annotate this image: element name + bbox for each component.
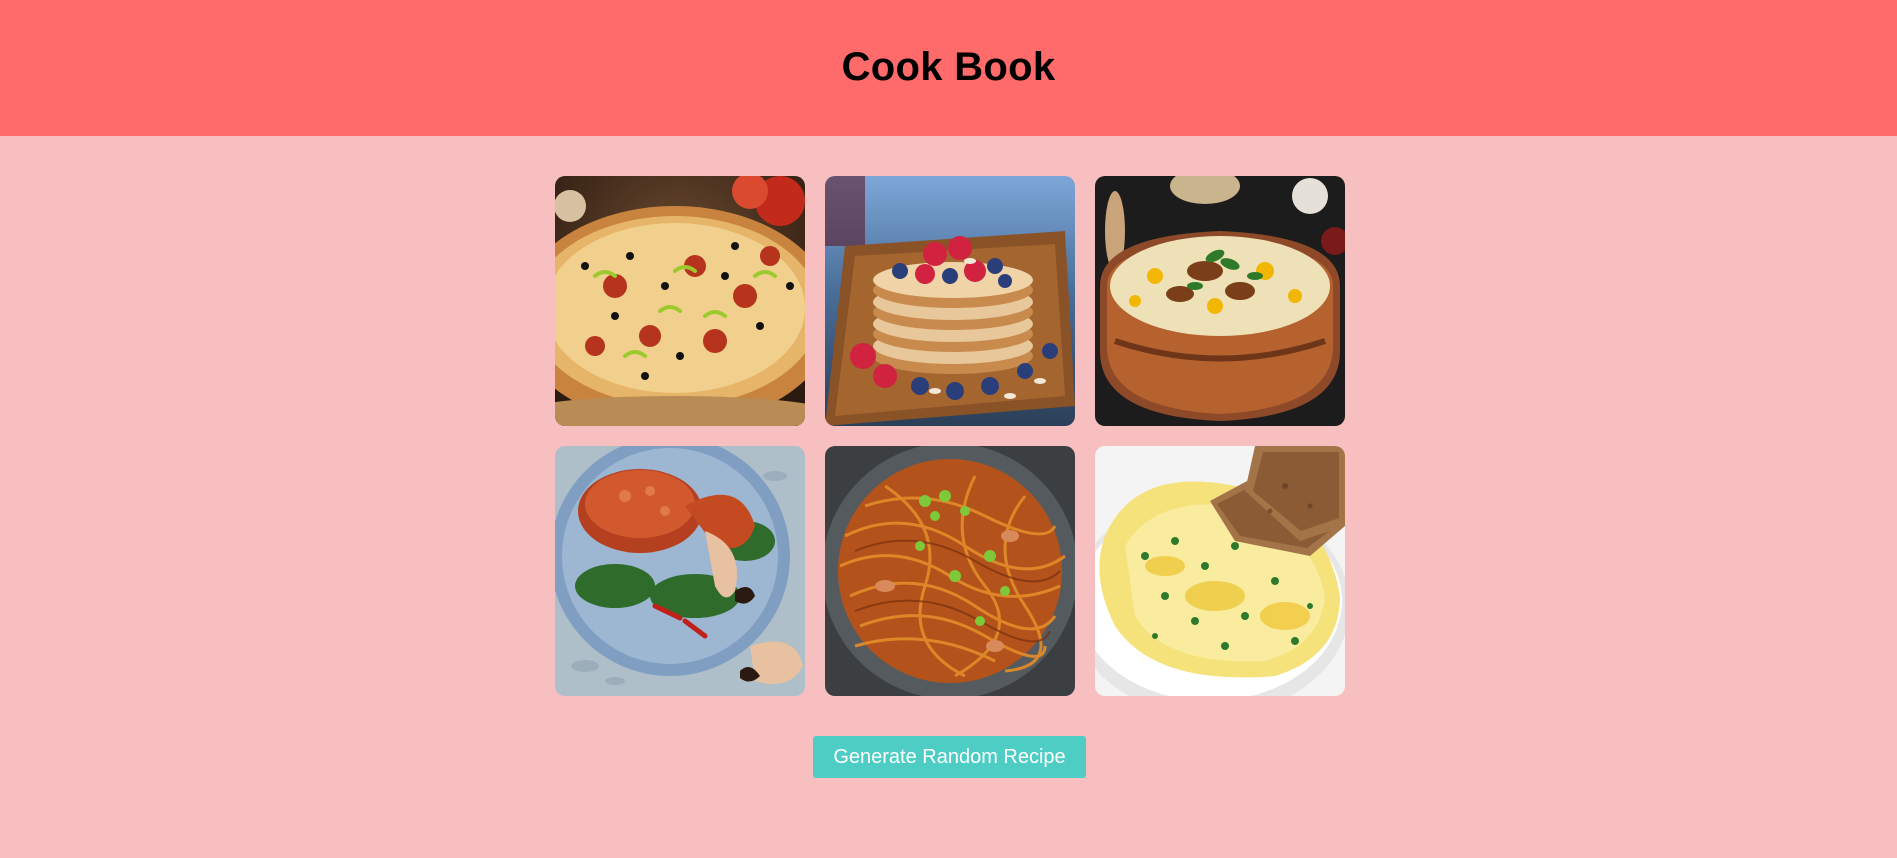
recipe-card-noodles[interactable] bbox=[825, 446, 1075, 696]
page-title: Cook Book bbox=[841, 44, 1056, 89]
page-header: Cook Book bbox=[0, 0, 1897, 136]
biryani-image bbox=[1095, 176, 1345, 426]
recipe-card-biryani[interactable] bbox=[1095, 176, 1345, 426]
recipe-grid bbox=[555, 176, 1345, 696]
noodles-image bbox=[825, 446, 1075, 696]
pizza-image bbox=[555, 176, 805, 426]
recipe-card-pancakes[interactable] bbox=[825, 176, 1075, 426]
pancakes-image bbox=[825, 176, 1075, 426]
omelette-image bbox=[1095, 446, 1345, 696]
action-bar: Generate Random Recipe bbox=[0, 736, 1897, 778]
recipe-card-crab[interactable] bbox=[555, 446, 805, 696]
generate-random-recipe-button[interactable]: Generate Random Recipe bbox=[813, 736, 1086, 778]
recipe-card-pizza[interactable] bbox=[555, 176, 805, 426]
recipe-card-omelette[interactable] bbox=[1095, 446, 1345, 696]
crab-image bbox=[555, 446, 805, 696]
